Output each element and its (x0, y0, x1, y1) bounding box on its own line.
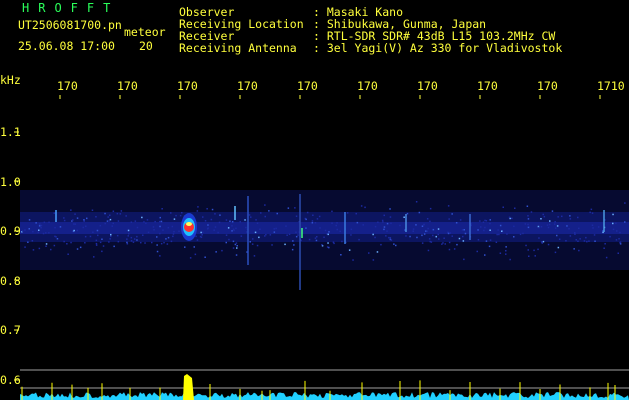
spectrogram-plot (14, 95, 629, 400)
detection-peak (183, 374, 194, 400)
meteor-echo (181, 213, 197, 241)
noise-floor (20, 392, 629, 400)
y-tick-marks (14, 131, 19, 381)
x-tick-marks (59, 95, 601, 99)
signal-core (20, 222, 629, 234)
spectrogram-window: HROFFT UT2506081700.pn meteor 25.06.08 1… (0, 0, 629, 400)
